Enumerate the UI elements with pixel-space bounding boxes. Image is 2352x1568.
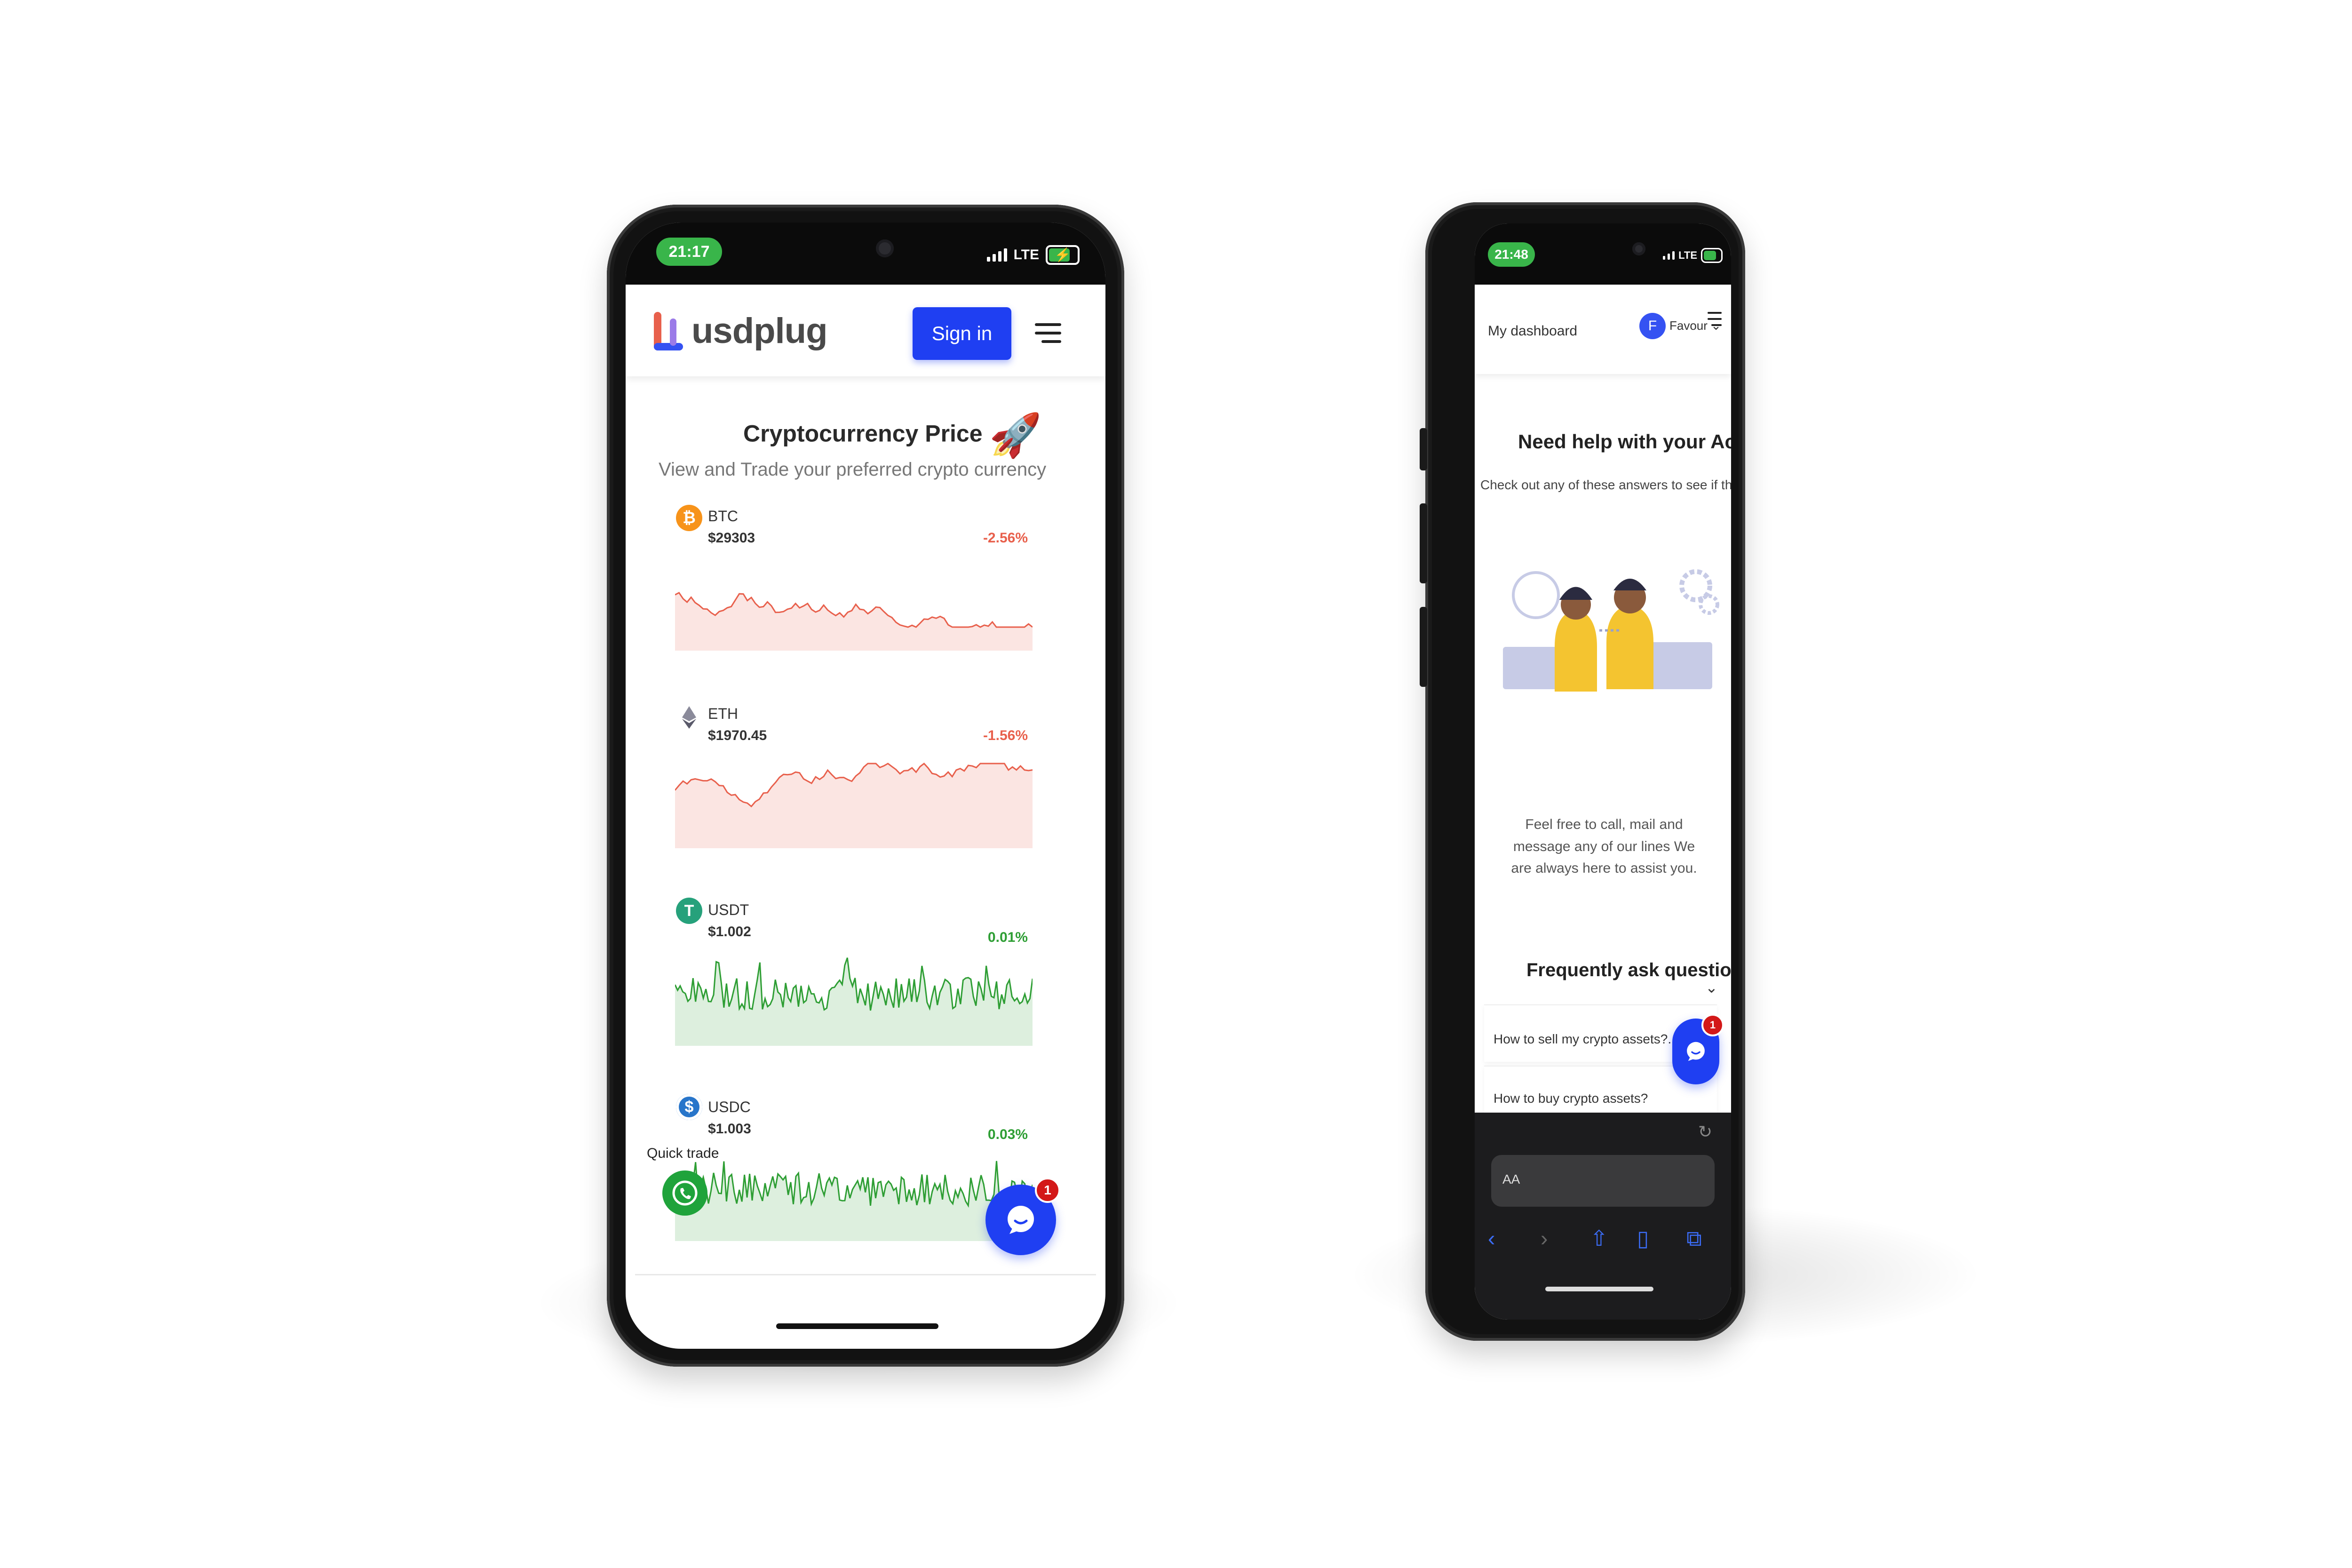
coin-price: $1.002 [708, 924, 751, 939]
network-label: LTE [1013, 247, 1039, 263]
usdplug-logo[interactable]: usdplug [654, 307, 828, 354]
status-time: 21:17 [656, 238, 722, 266]
help-title: Need help with your Account ? [1518, 430, 1731, 453]
chat-bubble-icon [1687, 1042, 1705, 1061]
coin-symbol: ETH [708, 705, 738, 722]
whatsapp-icon [672, 1180, 698, 1206]
front-camera [1632, 242, 1645, 255]
share-icon[interactable]: ⇧ [1590, 1226, 1608, 1251]
signal-icon [986, 248, 1007, 262]
sparkline-area [675, 592, 1033, 651]
coin-price: $1970.45 [708, 728, 767, 743]
user-avatar[interactable]: F [1639, 313, 1666, 339]
coin-card-usdc[interactable]: $ USDC $1.003 0.03% [670, 1083, 1037, 1253]
faq-question: How to sell my crypto assets?. [1494, 1032, 1672, 1046]
coin-change: -2.56% [983, 530, 1028, 546]
coin-change: 0.01% [987, 930, 1028, 945]
status-bar: 21:48 LTE [1475, 223, 1731, 285]
faq-title: Frequently ask questions [1526, 960, 1731, 980]
battery-icon [1701, 248, 1723, 263]
sign-in-button[interactable]: Sign in [913, 307, 1011, 360]
page-title: Cryptocurrency Price 🚀 [743, 412, 1042, 459]
chat-bubble-icon [1008, 1206, 1034, 1234]
back-icon[interactable]: ‹ [1488, 1226, 1495, 1251]
quick-trade-label: Quick trade [647, 1146, 719, 1161]
left-phone: 21:17 LTE ⚡ usdplug Sign in Cryptocurren… [607, 205, 1124, 1367]
rocket-icon: 🚀 [989, 412, 1042, 459]
coin-card-btc[interactable]: ₿ BTC $29303 -2.56% [670, 495, 1037, 655]
coin-symbol: USDC [708, 1098, 751, 1115]
browser-toolbar: ↻ AA ‹ › ⇧ ▯ ⧉ [1475, 1113, 1731, 1320]
network-label: LTE [1678, 249, 1697, 261]
logo-text: usdplug [691, 310, 828, 351]
reload-icon[interactable]: ↻ [1698, 1122, 1712, 1142]
left-phone-screen: 21:17 LTE ⚡ usdplug Sign in Cryptocurren… [626, 223, 1105, 1349]
help-paragraph: Feel free to call, mail and message any … [1511, 817, 1697, 876]
status-indicators: LTE [1663, 248, 1723, 263]
support-agents-illustration [1503, 569, 1719, 692]
side-button-2 [1420, 503, 1427, 583]
coin-card-eth[interactable]: ETH $1970.45 -1.56% [670, 693, 1037, 853]
usdt-coin-icon: T [676, 898, 702, 924]
sparkline-area [675, 764, 1033, 848]
faq-question: How to buy crypto assets? [1494, 1091, 1648, 1106]
page-subtitle: View and Trade your preferred crypto cur… [659, 459, 1047, 480]
tabs-icon[interactable]: ⧉ [1686, 1226, 1702, 1252]
chat-notification-badge: 1 [1701, 1014, 1724, 1036]
forward-icon[interactable]: › [1541, 1226, 1548, 1251]
side-button-3 [1420, 607, 1427, 687]
bookmarks-icon[interactable]: ▯ [1637, 1226, 1649, 1251]
side-button-1 [1420, 428, 1427, 470]
coin-symbol: BTC [708, 508, 738, 525]
signal-icon [1663, 251, 1675, 260]
footer-divider [635, 1274, 1096, 1275]
eth-sparkline [675, 762, 1033, 848]
coin-price: $29303 [708, 530, 755, 546]
battery-icon: ⚡ [1046, 245, 1080, 265]
status-indicators: LTE ⚡ [986, 245, 1080, 265]
btc-coin-icon: ₿ [676, 505, 702, 531]
faq-collapse-icon[interactable]: ⌄ [1705, 979, 1718, 996]
right-phone-screen: 21:48 LTE My dashboard F Favour ⌄ Need h… [1475, 223, 1731, 1320]
menu-icon[interactable] [1708, 312, 1722, 326]
coin-change: 0.03% [987, 1127, 1028, 1142]
usdc-sparkline [675, 1161, 1033, 1241]
whatsapp-button[interactable] [662, 1170, 707, 1216]
logo-mark-icon [654, 307, 688, 354]
coin-change: -1.56% [983, 728, 1028, 743]
dashboard-header: My dashboard F Favour ⌄ [1475, 285, 1731, 374]
home-indicator[interactable] [776, 1323, 938, 1329]
usdc-coin-icon: $ [676, 1094, 702, 1120]
coin-card-usdt[interactable]: T USDT $1.002 0.01% [670, 888, 1037, 1048]
status-bar: 21:17 LTE ⚡ [626, 223, 1105, 285]
right-phone: 21:48 LTE My dashboard F Favour ⌄ Need h… [1420, 202, 1745, 1341]
coin-price: $1.003 [708, 1121, 751, 1137]
sparkline-area [675, 1161, 1033, 1241]
chat-notification-badge: 1 [1035, 1178, 1060, 1203]
site-header: usdplug Sign in [626, 285, 1105, 376]
front-camera [876, 239, 894, 257]
dashboard-title: My dashboard [1488, 323, 1578, 339]
help-subtitle: Check out any of these answers to see if… [1480, 478, 1731, 492]
usdt-sparkline [675, 957, 1033, 1046]
home-indicator[interactable] [1545, 1287, 1653, 1291]
btc-sparkline [675, 591, 1033, 651]
coin-symbol: USDT [708, 901, 749, 918]
status-time: 21:48 [1488, 242, 1535, 267]
address-bar[interactable]: AA [1491, 1155, 1715, 1207]
text-size-button[interactable]: AA [1502, 1172, 1520, 1187]
menu-icon[interactable] [1035, 323, 1061, 343]
eth-coin-icon [676, 704, 702, 731]
